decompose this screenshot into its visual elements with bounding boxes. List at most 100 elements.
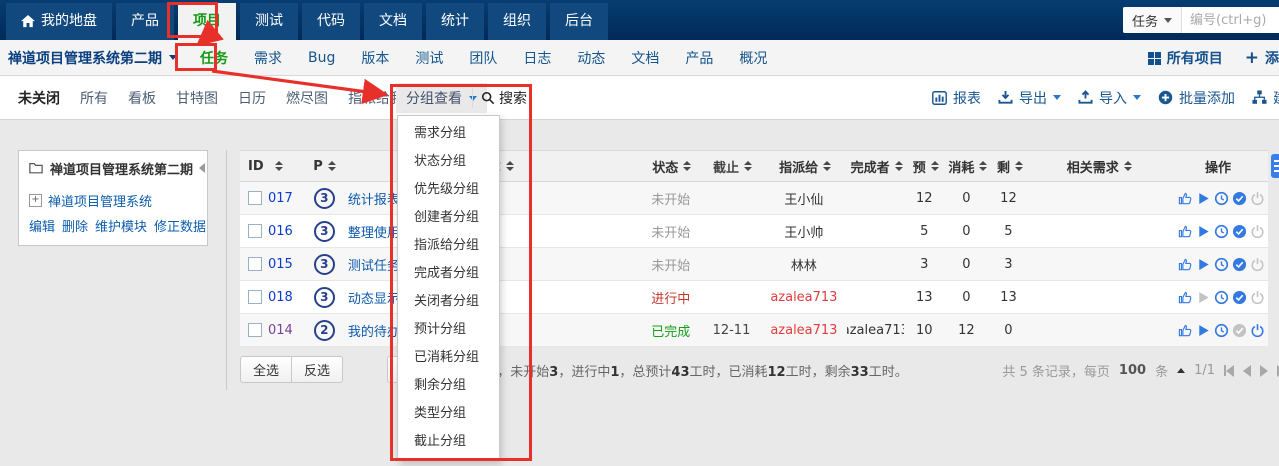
menu-item-status-group[interactable]: 状态分组 [398, 148, 499, 176]
tab-kanban[interactable]: 看板 [128, 88, 156, 108]
fix-data-link[interactable]: 修正数据 [154, 216, 206, 235]
maintain-module-link[interactable]: 维护模块 [95, 216, 147, 235]
record-effort-icon[interactable] [1214, 256, 1229, 272]
nav-item-dynamic[interactable]: 动态 [577, 48, 605, 68]
nav-item-doc[interactable]: 文档 [631, 48, 659, 68]
import-button[interactable]: 导入 [1078, 88, 1141, 108]
assign-icon[interactable] [1178, 190, 1193, 206]
menu-item-deadline-group[interactable]: 截止分组 [398, 428, 499, 456]
menu-item-closer-group[interactable]: 关闭者分组 [398, 288, 499, 316]
record-effort-icon[interactable] [1214, 190, 1229, 206]
task-id-link[interactable]: 017 [268, 191, 293, 206]
header-assigned[interactable]: 指派给 [762, 157, 848, 176]
tab-project[interactable]: 项目 [178, 3, 236, 40]
task-id-link[interactable]: 016 [268, 224, 293, 239]
task-id-link[interactable]: 015 [268, 257, 293, 272]
header-priority[interactable]: P [303, 159, 346, 174]
tab-test[interactable]: 测试 [240, 3, 298, 40]
header-id[interactable]: ID [240, 159, 303, 174]
tab-my-dashboard[interactable]: 我的地盘 [6, 3, 112, 40]
close-icon[interactable] [1250, 190, 1265, 206]
nav-item-build[interactable]: 版本 [361, 48, 389, 68]
finish-icon[interactable] [1232, 190, 1247, 206]
finish-icon[interactable] [1232, 223, 1247, 239]
next-page-button[interactable] [1260, 364, 1268, 377]
nav-item-test[interactable]: 测试 [415, 48, 443, 68]
close-icon[interactable] [1250, 322, 1265, 338]
tab-doc[interactable]: 文档 [364, 3, 422, 40]
group-view-button[interactable]: 分组查看 [396, 83, 487, 113]
project-switcher[interactable]: 禅道项目管理系统第二期 [0, 48, 187, 68]
create-task-button[interactable]: 建 [1252, 88, 1279, 108]
tab-burndown[interactable]: 燃尽图 [286, 88, 328, 108]
row-checkbox[interactable] [248, 257, 262, 271]
export-button[interactable]: 导出 [998, 88, 1061, 108]
column-config-icon[interactable] [1271, 154, 1279, 178]
nav-item-overview[interactable]: 概况 [739, 48, 767, 68]
header-status[interactable]: 状态 [640, 157, 703, 176]
start-icon[interactable] [1196, 322, 1211, 338]
start-icon[interactable] [1196, 190, 1211, 206]
sidebar-splitter[interactable] [226, 150, 227, 390]
chevron-up-icon[interactable] [1177, 368, 1186, 373]
header-deadline[interactable]: 截止 [703, 157, 762, 176]
tab-org[interactable]: 组织 [488, 3, 546, 40]
tab-stats[interactable]: 统计 [426, 3, 484, 40]
nav-item-effort[interactable]: 日志 [523, 48, 551, 68]
nav-item-task[interactable]: 任务 [196, 47, 232, 69]
menu-item-remain-group[interactable]: 剩余分组 [398, 372, 499, 400]
header-consumed[interactable]: 消耗 [946, 157, 989, 176]
nav-item-bug[interactable]: Bug [308, 50, 335, 66]
record-effort-icon[interactable] [1214, 223, 1229, 239]
add-project-button[interactable]: + 添加 [1245, 48, 1279, 68]
close-icon[interactable] [1250, 289, 1265, 305]
tab-unclosed[interactable]: 未关闭 [18, 88, 60, 108]
assign-icon[interactable] [1178, 256, 1193, 272]
record-effort-icon[interactable] [1214, 322, 1229, 338]
header-estimate[interactable]: 预 [905, 157, 946, 176]
first-page-button[interactable] [1224, 364, 1234, 377]
menu-item-consumed-group[interactable]: 已消耗分组 [398, 344, 499, 372]
task-id-link[interactable]: 014 [268, 323, 293, 338]
expand-icon[interactable]: + [29, 194, 42, 207]
task-id-link[interactable]: 018 [268, 290, 293, 305]
nav-item-story[interactable]: 需求 [254, 48, 282, 68]
menu-item-finisher-group[interactable]: 完成者分组 [398, 260, 499, 288]
collapse-icon[interactable] [199, 163, 205, 173]
start-icon[interactable] [1196, 223, 1211, 239]
row-checkbox[interactable] [248, 323, 262, 337]
header-remain[interactable]: 剩 [989, 157, 1030, 176]
tab-gantt[interactable]: 甘特图 [176, 88, 218, 108]
finish-icon[interactable] [1232, 256, 1247, 272]
tab-admin[interactable]: 后台 [550, 3, 608, 40]
menu-item-assigned-group[interactable]: 指派给分组 [398, 232, 499, 260]
assign-icon[interactable] [1178, 223, 1193, 239]
record-effort-icon[interactable] [1214, 289, 1229, 305]
all-projects-button[interactable]: 所有项目 [1147, 48, 1223, 68]
assign-icon[interactable] [1178, 322, 1193, 338]
header-finisher[interactable]: 完成者 [848, 157, 905, 176]
report-button[interactable]: 报表 [932, 88, 981, 108]
assign-icon[interactable] [1178, 289, 1193, 305]
tab-product[interactable]: 产品 [116, 3, 174, 40]
close-icon[interactable] [1250, 256, 1265, 272]
module-link[interactable]: 禅道项目管理系统 [48, 191, 152, 210]
menu-item-story-group[interactable]: 需求分组 [398, 120, 499, 148]
search-scope-select[interactable]: 任务 [1123, 7, 1183, 33]
row-checkbox[interactable] [248, 224, 262, 238]
tab-all[interactable]: 所有 [80, 88, 108, 108]
menu-item-estimate-group[interactable]: 预计分组 [398, 316, 499, 344]
search-input[interactable] [1182, 12, 1279, 28]
delete-link[interactable]: 删除 [62, 216, 88, 235]
tab-calendar[interactable]: 日历 [238, 88, 266, 108]
search-toggle-button[interactable]: 搜索 [481, 83, 527, 113]
start-icon[interactable] [1196, 256, 1211, 272]
batch-add-button[interactable]: 批量添加 [1158, 88, 1235, 108]
finish-icon[interactable] [1232, 322, 1247, 338]
edit-link[interactable]: 编辑 [29, 216, 55, 235]
menu-item-creator-group[interactable]: 创建者分组 [398, 204, 499, 232]
select-reverse-button[interactable]: 反选 [291, 355, 344, 383]
tab-code[interactable]: 代码 [302, 3, 360, 40]
select-all-button[interactable]: 全选 [240, 355, 293, 383]
row-checkbox[interactable] [248, 290, 262, 304]
